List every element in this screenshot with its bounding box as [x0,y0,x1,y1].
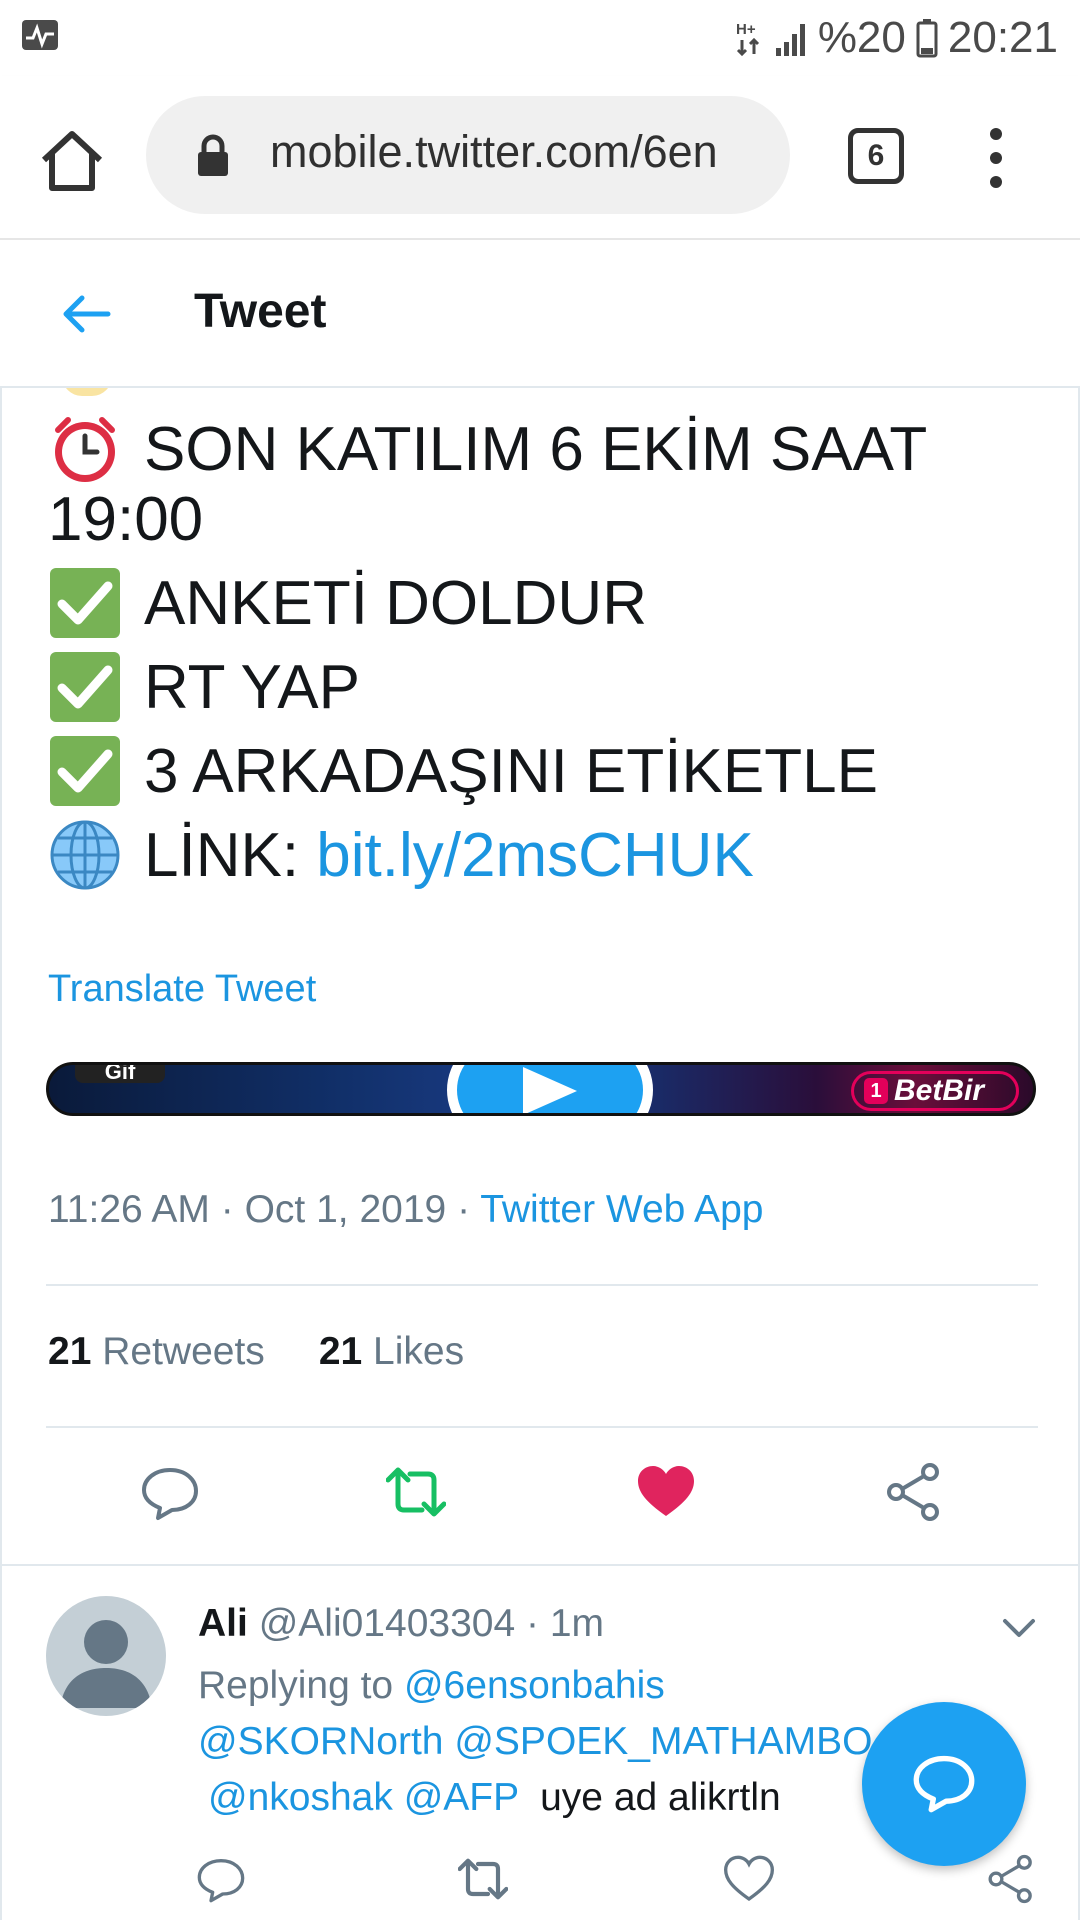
status-bar: H+ %20 20:21 [0,0,1080,76]
gif-media[interactable]: Gif 1 BetBir [46,1062,1036,1116]
tab-switcher-button[interactable]: 6 [848,128,904,184]
url-text: mobile.twitter.com/6en [270,126,718,177]
tweet-line-3: ANKETİ DOLDUR [48,566,647,640]
tweet-time: 11:26 AM [48,1188,210,1231]
tweet-line-2: 19:00 [48,484,203,555]
avatar[interactable] [46,1596,166,1716]
tweet-detail: SON KATILIM 6 EKİM SAAT 19:00 ANKETİ DOL… [0,388,1080,1564]
tweet-metadata: 11:26 AM · Oct 1, 2019 · Twitter Web App [48,1188,763,1232]
tweet-text: 3 ARKADAŞINI ETİKETLE [144,736,878,806]
play-icon [523,1067,577,1113]
reply-header: Ali @Ali01403304 · 1m [198,1602,604,1646]
brand-logo: 1 BetBir [851,1071,1019,1111]
alarm-clock-icon [55,417,115,482]
battery-percent: %20 [817,13,906,62]
tweet-text: SON KATILIM 6 EKİM SAAT [144,414,928,484]
back-arrow-icon[interactable] [56,284,116,344]
mention-link[interactable]: @AFP [404,1776,519,1819]
replying-to-label: Replying to [198,1664,394,1707]
address-bar[interactable]: mobile.twitter.com/6en [146,96,790,214]
lock-icon [198,134,228,176]
network-hplus-icon: H+ [736,21,759,57]
check-mark-icon [50,736,120,806]
reply-author-name[interactable]: Ali [198,1602,248,1645]
reply-author-handle[interactable]: @Ali01403304 [259,1602,515,1645]
replying-to-line: Replying to @6ensonbahis [198,1664,665,1708]
default-user-icon [60,1620,152,1708]
page-title: Tweet [194,285,327,338]
tweet-line-4: RT YAP [48,650,360,724]
tweet-actions [2,1462,1078,1532]
reply-text: uye ad alikrtln [540,1776,781,1819]
likes-label: Likes [373,1330,465,1373]
mention-link[interactable]: @6ensonbahis [404,1664,665,1707]
mention-link[interactable]: @SKORNorth [198,1720,443,1763]
tweet-line-1: SON KATILIM 6 EKİM SAAT [48,412,927,486]
check-mark-icon [50,568,120,638]
retweet-icon[interactable] [458,1854,508,1904]
retweets-count: 21 [48,1330,92,1373]
divider [46,1284,1038,1286]
browser-toolbar: mobile.twitter.com/6en 6 [0,76,1080,240]
mention-link[interactable]: @SPOEK_MATHAMBO [454,1720,872,1763]
reply-icon[interactable] [140,1462,200,1522]
reply-icon[interactable] [196,1854,246,1904]
share-icon[interactable] [884,1462,944,1522]
svg-text:H+: H+ [736,21,756,38]
globe-icon [50,820,120,890]
engagement-counts: 21 Retweets 21 Likes [48,1330,464,1374]
tweet-text: 19:00 [48,485,204,554]
tweet-text: LİNK: [144,820,300,890]
share-icon[interactable] [986,1854,1036,1904]
more-vert-icon[interactable] [980,124,1012,192]
tweet-text: RT YAP [144,652,360,722]
reply-bubble-icon [913,1755,975,1813]
tweet-source-link[interactable]: Twitter Web App [480,1188,763,1231]
liked-heart-icon[interactable] [636,1462,696,1522]
tweet-link[interactable]: bit.ly/2msCHUK [316,820,754,891]
play-button[interactable] [447,1065,653,1113]
divider [46,1426,1038,1428]
likes-stat[interactable]: 21 Likes [319,1330,464,1373]
retweets-label: Retweets [102,1330,265,1373]
tweet-line-6: LİNK: bit.ly/2msCHUK [48,818,754,892]
heart-icon[interactable] [724,1854,774,1904]
reply-actions [2,1854,1080,1914]
tweet-date: Oct 1, 2019 [244,1188,447,1231]
reply-text-line: @nkoshak @AFP uye ad alikrtln [208,1776,781,1820]
brand-mark: 1 [864,1078,888,1104]
check-mark-icon [50,652,120,722]
separator: · [525,1602,539,1645]
signal-icon [775,24,805,56]
separator: · [457,1188,471,1231]
activity-notification-icon [22,20,58,50]
clock: 20:21 [947,13,1058,62]
reply-time[interactable]: 1m [550,1602,604,1645]
gif-badge: Gif [75,1065,165,1084]
brand-name: BetBir [894,1074,985,1107]
chevron-down-icon[interactable] [1002,1616,1036,1640]
retweets-stat[interactable]: 21 Retweets [48,1330,265,1373]
battery-icon [916,19,938,58]
page-header: Tweet [0,240,1080,388]
likes-count: 21 [318,1330,363,1373]
separator: · [220,1188,234,1231]
tweet-line-5: 3 ARKADAŞINI ETİKETLE [48,734,878,808]
mention-link[interactable]: @nkoshak [208,1776,393,1819]
clipped-emoji [62,388,112,396]
compose-reply-fab[interactable] [862,1702,1026,1866]
mentions-line: @SKORNorth @SPOEK_MATHAMBO [198,1720,872,1764]
tweet-text: ANKETİ DOLDUR [144,568,647,638]
retweet-icon[interactable] [386,1462,446,1522]
home-icon[interactable] [38,126,106,194]
translate-tweet-link[interactable]: Translate Tweet [48,968,316,1011]
